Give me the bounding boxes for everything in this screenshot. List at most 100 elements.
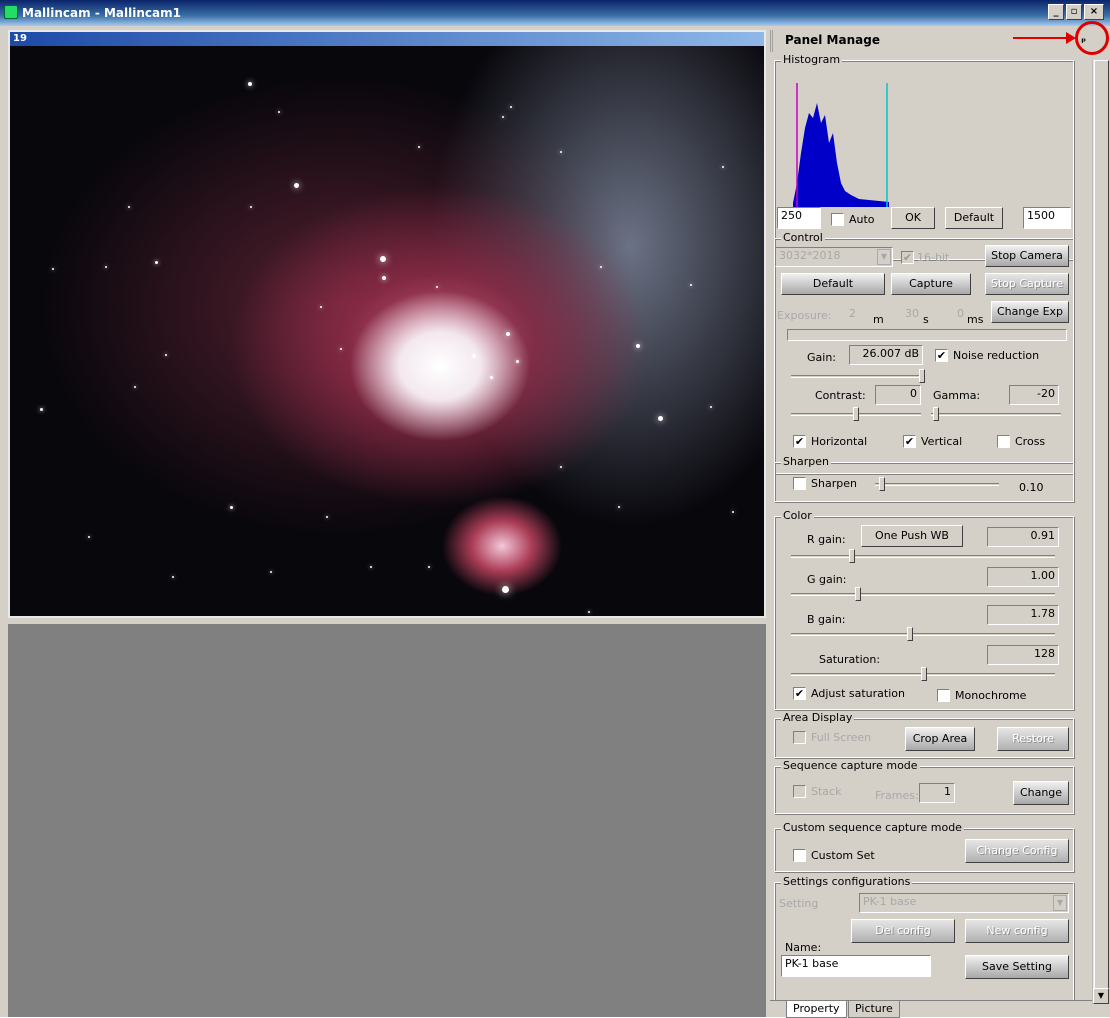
cross-checkbox[interactable] [997, 435, 1010, 448]
adjust-saturation-checkbox[interactable]: ✔ [793, 687, 806, 700]
bit16-checkbox[interactable]: ✔ [901, 251, 914, 264]
close-button[interactable]: × [1084, 4, 1104, 20]
scroll-down-button[interactable]: ▼ [1093, 988, 1109, 1004]
sharpen-slider-thumb[interactable] [879, 477, 885, 491]
capture-button[interactable]: Capture [891, 273, 971, 295]
new-config-button[interactable]: New config [965, 919, 1069, 943]
setting-name-input[interactable]: PK-1 base [781, 955, 931, 977]
exposure-sec: 30 [905, 307, 919, 320]
custom-set-label: Custom Set [811, 849, 875, 862]
horizontal-label: Horizontal [811, 435, 868, 448]
saturation-slider-thumb[interactable] [921, 667, 927, 681]
star-4 [294, 183, 299, 188]
star-0 [248, 82, 252, 86]
histogram-group: Histogram 250 Auto OK Default 1500 [774, 53, 1074, 260]
auto-label: Auto [849, 213, 875, 226]
star-19 [230, 506, 233, 509]
app-icon [4, 5, 18, 19]
r-gain-slider-thumb[interactable] [849, 549, 855, 563]
image-view: 19 [8, 30, 766, 618]
stop-camera-button[interactable]: Stop Camera [985, 245, 1069, 267]
contrast-slider-thumb[interactable] [853, 407, 859, 421]
star-20 [105, 266, 107, 268]
full-screen-checkbox[interactable] [793, 731, 806, 744]
star-13 [516, 360, 519, 363]
histogram-max-input[interactable]: 1500 [1023, 207, 1071, 229]
star-26 [326, 516, 328, 518]
frames-input[interactable]: 1 [919, 783, 955, 803]
star-14 [636, 344, 640, 348]
tab-picture[interactable]: Picture [848, 1001, 900, 1018]
star-40 [320, 306, 322, 308]
gain-slider-thumb[interactable] [919, 369, 925, 383]
vertical-checkbox[interactable]: ✔ [903, 435, 916, 448]
sequence-change-button[interactable]: Change [1013, 781, 1069, 805]
captured-image[interactable] [10, 46, 764, 616]
minimize-button[interactable]: _ [1048, 4, 1064, 20]
custom-set-checkbox[interactable] [793, 849, 806, 862]
vertical-label: Vertical [921, 435, 963, 448]
r-gain-slider-track[interactable] [791, 555, 1055, 558]
stack-label: Stack [811, 785, 842, 798]
full-screen-label: Full Screen [811, 731, 872, 744]
one-push-wb-button[interactable]: One Push WB [861, 525, 963, 547]
sharpen-group: Sharpen Sharpen 0.10 [774, 455, 1074, 502]
stop-capture-button[interactable]: Stop Capture [985, 273, 1069, 295]
setting-select[interactable]: PK-1 base ▼ [859, 893, 1069, 913]
sharpen-value: 0.10 [1019, 481, 1044, 494]
tab-property[interactable]: Property [786, 1001, 847, 1018]
contrast-value: 0 [875, 385, 921, 405]
resolution-select[interactable]: 3032*2018 ▼ [775, 247, 893, 267]
restore-button[interactable]: Restore [997, 727, 1069, 751]
sequence-legend: Sequence capture mode [781, 759, 920, 772]
star-11 [472, 354, 476, 358]
gain-label: Gain: [807, 351, 836, 364]
custom-sequence-legend: Custom sequence capture mode [781, 821, 964, 834]
change-exp-button[interactable]: Change Exp [991, 301, 1069, 323]
g-gain-slider-thumb[interactable] [855, 587, 861, 601]
g-gain-slider-track[interactable] [791, 593, 1055, 596]
b-gain-slider-thumb[interactable] [907, 627, 913, 641]
histogram-min-input[interactable]: 250 [777, 207, 821, 229]
star-39 [560, 466, 562, 468]
star-18 [710, 406, 712, 408]
star-5 [250, 206, 252, 208]
settings-group: Settings configurations Setting PK-1 bas… [774, 875, 1074, 1012]
star-2 [502, 116, 504, 118]
auto-checkbox[interactable] [831, 213, 844, 226]
change-config-button[interactable]: Change Config [965, 839, 1069, 863]
monochrome-checkbox[interactable] [937, 689, 950, 702]
histogram-legend: Histogram [781, 53, 843, 66]
histogram-ok-button[interactable]: OK [891, 207, 935, 229]
control-legend: Control [781, 231, 825, 244]
b-gain-slider-track[interactable] [791, 633, 1055, 636]
area-display-group: Area Display Full Screen Crop Area Resto… [774, 711, 1074, 758]
crop-area-button[interactable]: Crop Area [905, 727, 975, 751]
bit16-label: 16-bit [917, 251, 950, 264]
setting-select-value: PK-1 base [863, 895, 917, 908]
color-group: Color R gain: One Push WB 0.91 G gain: 1… [774, 509, 1074, 710]
stack-checkbox[interactable] [793, 785, 806, 798]
gamma-slider-track[interactable] [931, 413, 1061, 416]
star-34 [418, 146, 420, 148]
sharpen-label: Sharpen [811, 477, 857, 490]
scrollbar-thumb[interactable] [1094, 60, 1109, 990]
star-23 [134, 386, 136, 388]
histogram-default-button[interactable]: Default [945, 207, 1003, 229]
exposure-min-unit: m [873, 313, 884, 326]
sharpen-checkbox[interactable] [793, 477, 806, 490]
g-gain-label: G gain: [807, 573, 847, 586]
save-setting-button[interactable]: Save Setting [965, 955, 1069, 979]
panel-title: Panel Manage ᵖ [770, 30, 1092, 52]
noise-reduction-checkbox[interactable]: ✔ [935, 349, 948, 362]
sharpen-slider-track[interactable] [875, 483, 999, 486]
gain-slider-track[interactable] [791, 375, 925, 378]
horizontal-checkbox[interactable]: ✔ [793, 435, 806, 448]
maximize-button[interactable]: ▫ [1066, 4, 1082, 20]
del-config-button[interactable]: Del config [851, 919, 955, 943]
control-default-button[interactable]: Default [781, 273, 885, 295]
star-6 [128, 206, 130, 208]
panel-scrollbar[interactable]: ▼ [1092, 60, 1109, 1004]
gamma-label: Gamma: [933, 389, 981, 402]
gamma-slider-thumb[interactable] [933, 407, 939, 421]
